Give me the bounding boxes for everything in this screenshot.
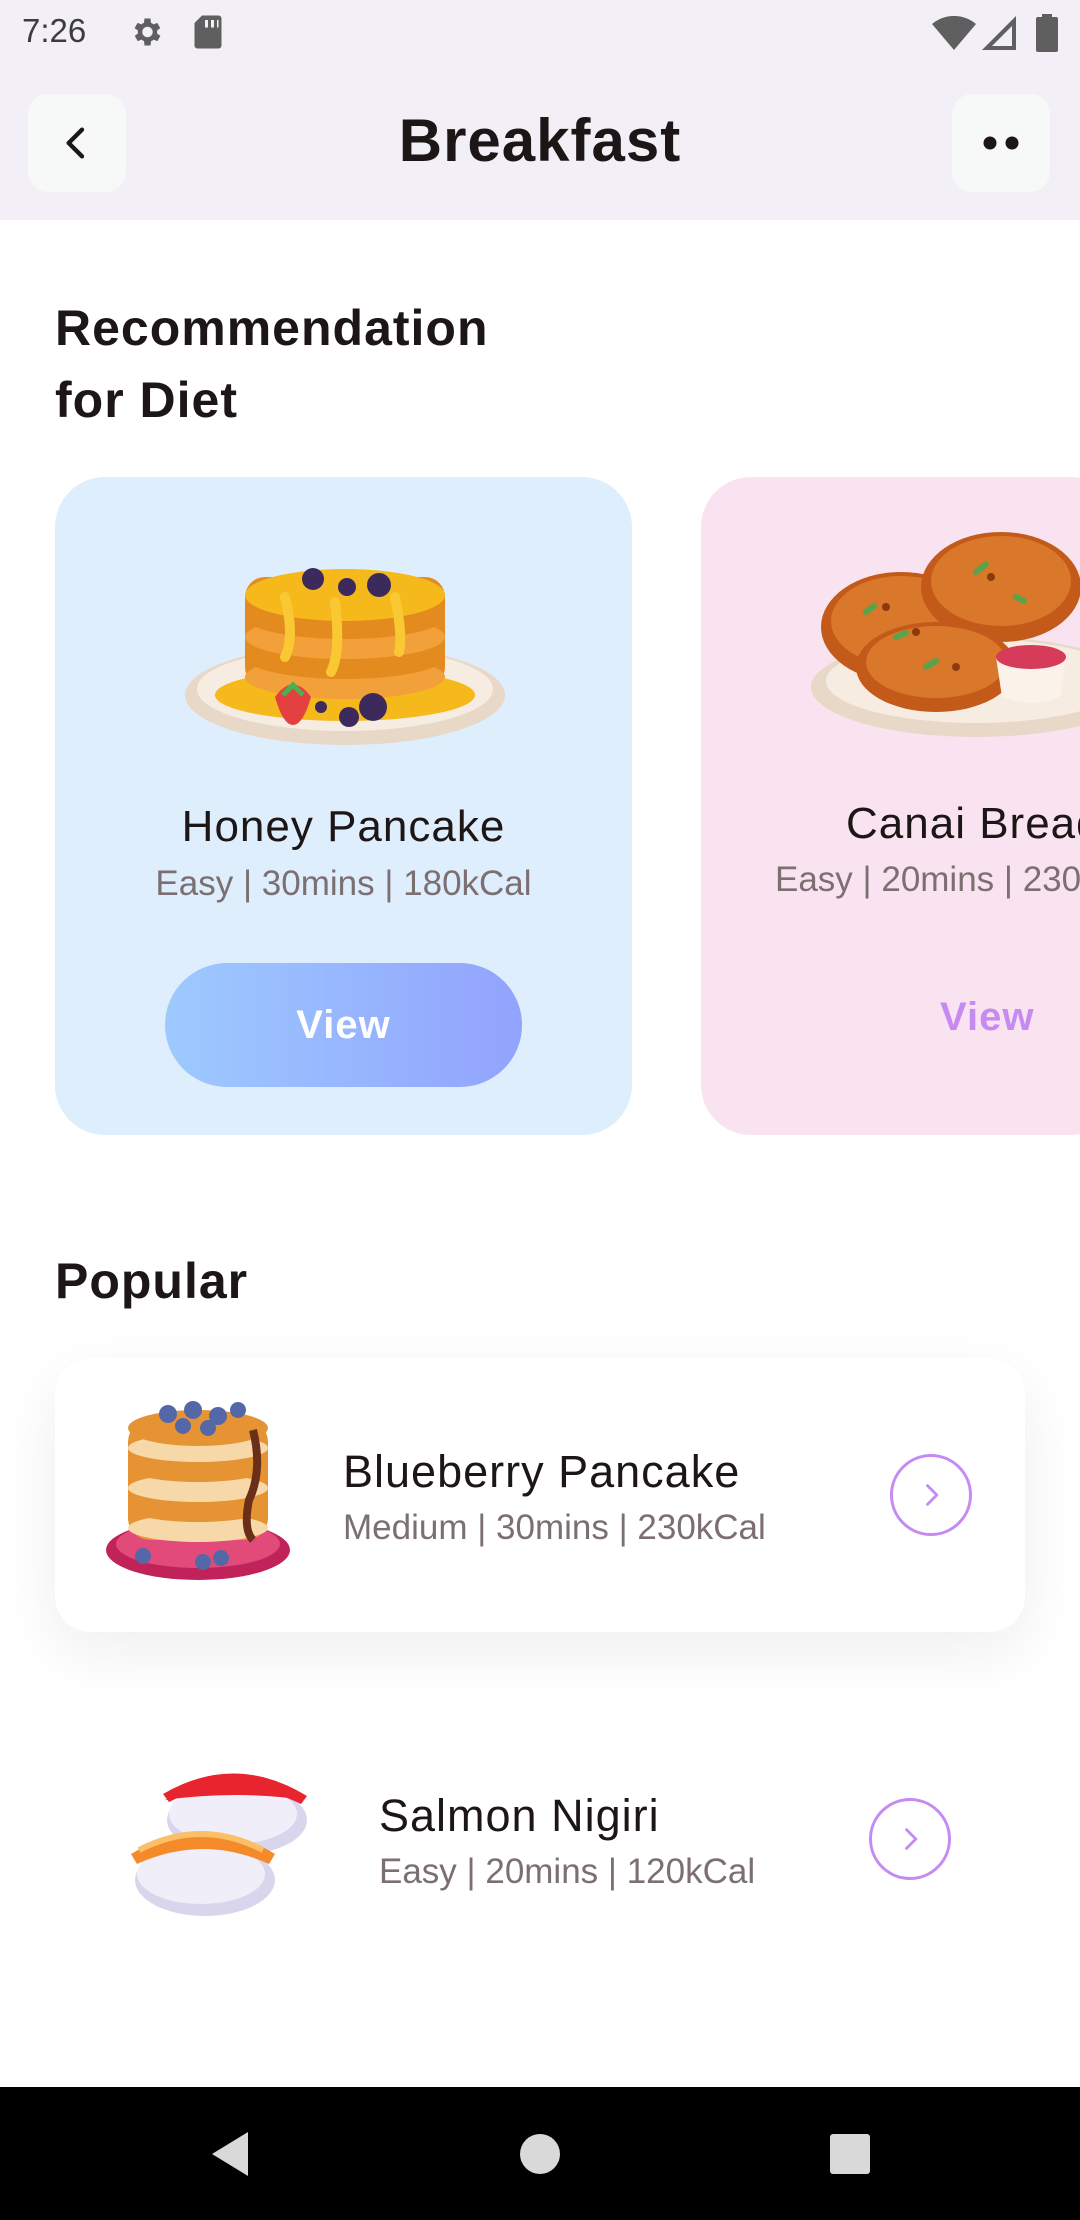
wifi-icon bbox=[932, 15, 976, 55]
blueberry-pancake-image bbox=[103, 1400, 293, 1587]
circle-home-icon bbox=[520, 2133, 560, 2174]
recipe-name: Honey Pancake bbox=[181, 802, 506, 851]
app-bar: Breakfast bbox=[0, 66, 1080, 220]
triangle-back-icon bbox=[212, 2131, 248, 2176]
recipe-meta: Easy | 20mins | 230kCal bbox=[775, 860, 1080, 899]
more-dots-icon bbox=[983, 136, 1019, 150]
battery-icon bbox=[1036, 14, 1058, 57]
system-navigation-bar bbox=[0, 2087, 1080, 2220]
honey-pancake-image bbox=[175, 517, 515, 762]
recommendation-title: Recommendation for Diet bbox=[55, 292, 489, 436]
popular-title: Popular bbox=[55, 1253, 249, 1309]
nav-home-button[interactable] bbox=[500, 2087, 580, 2220]
gear-icon bbox=[128, 14, 164, 55]
salmon-nigiri-image bbox=[125, 1750, 315, 1935]
recommendation-title-line2: for Diet bbox=[55, 372, 238, 428]
recipe-name: Canai Bread bbox=[846, 799, 1080, 848]
popular-item-meta: Medium | 30mins | 230kCal bbox=[343, 1508, 766, 1547]
status-bar: 7:26 bbox=[0, 0, 1080, 66]
sd-card-icon bbox=[192, 14, 224, 55]
square-recents-icon bbox=[830, 2133, 870, 2174]
chevron-right-icon bbox=[905, 1828, 918, 1850]
page-title: Breakfast bbox=[398, 107, 682, 174]
signal-icon bbox=[982, 16, 1016, 55]
recommendation-title-line1: Recommendation bbox=[55, 300, 489, 356]
view-button[interactable]: View bbox=[940, 995, 1034, 1040]
recommendation-card-honey-pancake: Honey Pancake Easy | 30mins | 180kCal Vi… bbox=[55, 477, 632, 1135]
status-time: 7:26 bbox=[22, 12, 87, 49]
popular-item-meta: Easy | 20mins | 120kCal bbox=[379, 1852, 756, 1891]
chevron-right-icon bbox=[926, 1484, 939, 1506]
popular-item-blueberry-pancake[interactable]: Blueberry Pancake Medium | 30mins | 230k… bbox=[55, 1358, 1025, 1632]
view-button[interactable]: View bbox=[165, 963, 522, 1087]
more-options-button[interactable] bbox=[952, 94, 1050, 192]
popular-item-name: Salmon Nigiri bbox=[379, 1790, 660, 1841]
nav-back-button[interactable] bbox=[190, 2087, 270, 2220]
open-item-button[interactable] bbox=[869, 1798, 951, 1880]
nav-recents-button[interactable] bbox=[810, 2087, 890, 2220]
popular-item-salmon-nigiri[interactable]: Salmon Nigiri Easy | 20mins | 120kCal bbox=[55, 1702, 1025, 1976]
popular-item-name: Blueberry Pancake bbox=[343, 1446, 741, 1497]
recipe-meta: Easy | 30mins | 180kCal bbox=[155, 864, 532, 903]
canai-bread-image bbox=[806, 517, 1080, 752]
open-item-button[interactable] bbox=[890, 1454, 972, 1536]
